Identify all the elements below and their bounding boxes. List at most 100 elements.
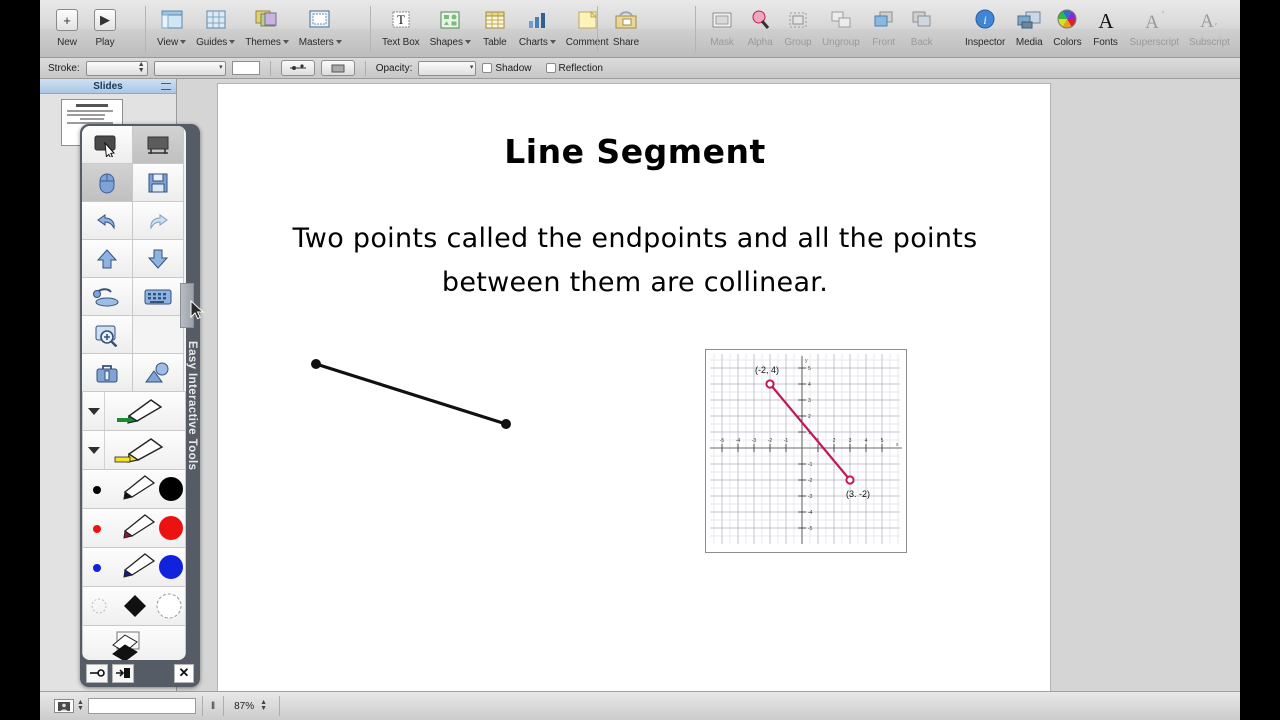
format-divider-2 <box>364 60 366 76</box>
floppy-save-icon <box>148 173 168 192</box>
toolbar-text-box-button[interactable]: T Text Box <box>377 4 425 48</box>
toolbar-inspector-button[interactable]: i Inspector <box>960 4 1010 48</box>
palette-title-vertical: Easy Interactive Tools <box>186 340 198 471</box>
palette-magnify-button[interactable] <box>82 315 133 354</box>
toolbar-media-button[interactable]: Media <box>1010 4 1048 48</box>
toolbar-guides-button[interactable]: Guides <box>191 4 240 48</box>
shadow-checkbox-box[interactable] <box>482 63 493 73</box>
palette-redo-button[interactable] <box>132 201 184 240</box>
toolbar-group-arrange: Mask Alpha Group Ungroup Front Back <box>703 4 941 54</box>
reflection-checkbox[interactable]: Reflection <box>545 63 603 74</box>
svg-text:-5: -5 <box>720 438 725 444</box>
palette-next-page-button[interactable] <box>132 239 184 278</box>
palette-shape-tools-row[interactable] <box>82 586 186 626</box>
toolbar-shapes-button[interactable]: Shapes <box>425 4 476 48</box>
toolbar-divider-2 <box>370 6 371 52</box>
palette-yellow-highlighter-row[interactable] <box>82 430 186 470</box>
fill-style-button[interactable] <box>320 60 355 76</box>
master-slide-control[interactable]: ▲ ▼ <box>54 696 84 716</box>
master-slide-stepper[interactable]: ▲ ▼ <box>77 699 84 712</box>
toolbar-group-insert: T Text Box Shapes Table Charts Comment <box>377 4 613 54</box>
toolbar-back-label: Back <box>910 37 933 48</box>
stroke-endpoints-button[interactable] <box>280 60 315 76</box>
pen-icon <box>117 399 163 424</box>
toolbar-group-share: Share <box>606 4 646 54</box>
palette-eraser-row[interactable] <box>82 625 186 660</box>
green-pen-options-button[interactable] <box>83 392 105 430</box>
slide-body-text[interactable]: Two points called the endpoints and all … <box>232 217 1038 305</box>
slide-canvas[interactable]: Line Segment Two points called the endpo… <box>177 79 1240 708</box>
toolbar-table-button[interactable]: Table <box>476 4 514 48</box>
text-box-icon: T <box>388 6 414 34</box>
redo-arrow-icon <box>150 213 168 230</box>
shadow-checkbox[interactable]: Shadow <box>482 63 532 74</box>
toolbar-alpha-button[interactable]: Alpha <box>741 4 779 48</box>
toolbar-superscript-button[interactable]: A ′ Superscript <box>1125 4 1184 48</box>
palette-blue-pen-row[interactable] <box>82 547 186 587</box>
palette-close-button[interactable]: ✕ <box>174 663 194 683</box>
toolbar-new-label: New <box>57 37 77 48</box>
stroke-color-swatch[interactable] <box>231 61 260 75</box>
toolbar-front-button[interactable]: Front <box>865 4 903 48</box>
stroke-style-stepper[interactable]: ▲ ▼ <box>138 61 145 74</box>
toolbar-colors-label: Colors <box>1053 37 1082 48</box>
stroke-width-select[interactable]: ▾ <box>153 60 226 76</box>
line-segment-drawing[interactable] <box>306 352 536 442</box>
palette-mouse-mode-button[interactable] <box>82 163 133 202</box>
palette-exit-button[interactable] <box>112 663 134 683</box>
palette-document-camera-button[interactable] <box>82 277 133 316</box>
toolbar-new-button[interactable]: + New <box>48 4 86 48</box>
palette-red-pen-row[interactable] <box>82 508 186 548</box>
palette-settings-key-button[interactable] <box>86 663 108 683</box>
bring-front-icon <box>871 6 897 34</box>
send-back-icon <box>909 6 935 34</box>
toolbar-view-button[interactable]: View <box>152 4 191 48</box>
toolbar-colors-button[interactable]: Colors <box>1048 4 1086 48</box>
slide-title-text[interactable]: Line Segment <box>218 132 1052 171</box>
opacity-stepper[interactable]: ▾ <box>470 64 474 71</box>
toolbar-ungroup-button[interactable]: Ungroup <box>817 4 865 48</box>
palette-desktop-mode-button[interactable] <box>132 126 184 164</box>
zoom-stepper[interactable]: ▲ ▼ <box>260 699 267 712</box>
toolbar-fonts-button[interactable]: A Fonts <box>1087 4 1125 48</box>
toolbar-mask-button[interactable]: Mask <box>703 4 741 48</box>
palette-save-page-button[interactable] <box>132 163 184 202</box>
toolbar-play-button[interactable]: ▶ Play <box>86 4 124 48</box>
stroke-style-select[interactable]: ▲ ▼ <box>85 60 148 76</box>
toolbar-masters-button[interactable]: Masters <box>294 4 347 48</box>
toolbar-themes-button[interactable]: Themes <box>240 4 294 48</box>
palette-previous-page-button[interactable] <box>82 239 133 278</box>
status-bar: ▲ ▼ ‖ 87% ▲ ▼ <box>40 691 1240 720</box>
toolbar-ungroup-label: Ungroup <box>822 37 860 48</box>
stroke-width-stepper[interactable]: ▾ <box>219 64 223 71</box>
slide-surface[interactable]: Line Segment Two points called the endpo… <box>217 83 1051 708</box>
highlighter-options-button[interactable] <box>83 431 105 469</box>
svg-text:4: 4 <box>865 438 868 444</box>
palette-green-pen-row[interactable] <box>82 391 186 431</box>
opacity-input[interactable]: ▾ <box>418 60 477 76</box>
toolbar-share-button[interactable]: Share <box>606 4 646 48</box>
magnifier-plus-icon <box>95 325 118 347</box>
toolbar-back-button[interactable]: Back <box>903 4 941 48</box>
slide-body-line-2: between them are collinear. <box>441 267 829 298</box>
palette-undo-button[interactable] <box>82 201 133 240</box>
palette-other-tools-button[interactable] <box>82 353 133 392</box>
hamburger-icon[interactable] <box>161 83 171 90</box>
zoom-control[interactable]: 87% ▲ ▼ <box>234 696 267 716</box>
palette-black-pen-row[interactable] <box>82 469 186 509</box>
palette-keyboard-button[interactable] <box>132 277 184 316</box>
graph-point-label-b: (3. -2) <box>846 489 870 499</box>
svg-text:5: 5 <box>808 366 811 372</box>
toolbar-subscript-button[interactable]: A ′ Subscript <box>1184 4 1235 48</box>
palette-insert-image-button[interactable] <box>132 353 184 392</box>
toolbox-icon <box>96 364 118 382</box>
toolbar-guides-label: Guides <box>196 37 236 48</box>
reflection-checkbox-box[interactable] <box>545 63 556 73</box>
palette-annotate-whiteboard-mode-button[interactable] <box>82 126 133 164</box>
toolbar-play-label: Play <box>95 37 115 48</box>
toolbar-group-button[interactable]: Group <box>779 4 817 48</box>
toolbar-group-panels: i Inspector Media Colors A Fonts A ′ Sup… <box>960 4 1235 54</box>
coordinate-graph-image[interactable]: -5 -4 -3 -2 -1 1 2 3 4 5 5 4 3 <box>705 349 907 553</box>
master-slide-name-field[interactable] <box>87 698 196 714</box>
toolbar-charts-button[interactable]: Charts <box>514 4 561 48</box>
